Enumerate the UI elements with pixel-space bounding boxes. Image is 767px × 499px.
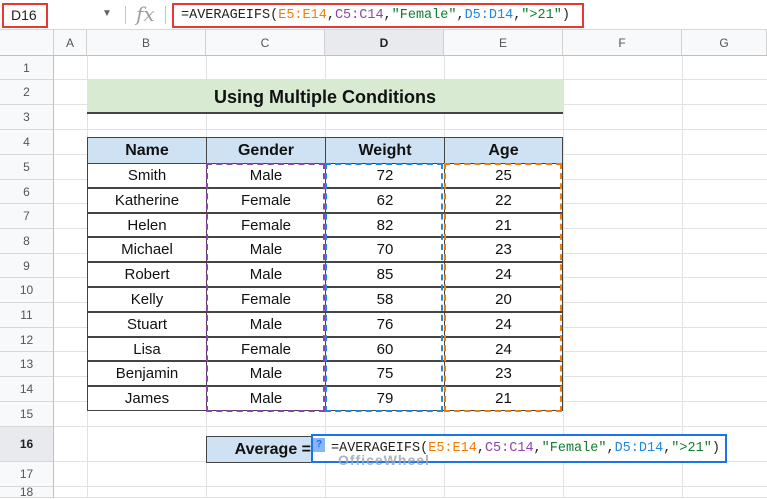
formula-range-c: C5:C14 <box>334 8 384 23</box>
average-label[interactable]: Average = <box>206 436 326 463</box>
formula-comma: , <box>476 441 485 456</box>
divider <box>125 6 126 24</box>
formula-suffix: ) <box>711 441 720 456</box>
row-header[interactable]: 14 <box>0 377 54 402</box>
formula-string-female: "Female" <box>541 441 607 456</box>
formula-string-female: "Female" <box>391 8 457 23</box>
gridline <box>54 129 767 130</box>
row-header[interactable]: 13 <box>0 352 54 377</box>
formula-input[interactable]: =AVERAGEIFS(E5:E14,C5:C14,"Female",D5:D1… <box>172 3 584 28</box>
formula-suffix: ) <box>561 8 570 23</box>
formula-range-c: C5:C14 <box>484 441 534 456</box>
column-header-e[interactable]: E <box>444 30 563 56</box>
row-header[interactable]: 2 <box>0 80 54 105</box>
cell-name[interactable]: Robert <box>87 262 207 287</box>
formula-prefix: =AVERAGEIFS( <box>181 8 279 23</box>
formula-comma: , <box>326 8 335 23</box>
formula-range-d: D5:D14 <box>464 8 514 23</box>
row-header[interactable]: 9 <box>0 254 54 278</box>
formula-range-d: D5:D14 <box>614 441 664 456</box>
divider <box>165 6 166 24</box>
formula-comma: , <box>533 441 542 456</box>
column-header-d[interactable]: D <box>325 30 444 56</box>
gridline <box>54 426 767 427</box>
name-box[interactable]: D16 <box>2 3 48 28</box>
gridline <box>54 486 767 487</box>
row-header[interactable]: 3 <box>0 105 54 130</box>
formula-string-criteria: ">21" <box>671 441 712 456</box>
cell-name[interactable]: Benjamin <box>87 361 207 387</box>
sheet-title[interactable]: Using Multiple Conditions <box>87 80 563 114</box>
range-highlight-weight <box>325 163 443 412</box>
range-highlight-age <box>444 163 562 412</box>
column-header-f[interactable]: F <box>563 30 682 56</box>
formula-range-e: E5:E14 <box>428 441 477 456</box>
header-weight[interactable]: Weight <box>325 137 445 164</box>
header-name[interactable]: Name <box>87 137 207 164</box>
header-age[interactable]: Age <box>444 137 563 164</box>
cell-name[interactable]: Katherine <box>87 187 207 213</box>
help-icon[interactable]: ? <box>313 438 325 452</box>
fx-icon: fx <box>136 2 155 26</box>
row-header[interactable]: 10 <box>0 278 54 303</box>
row-header[interactable]: 11 <box>0 303 54 328</box>
cell-name[interactable]: Smith <box>87 163 207 188</box>
row-header[interactable]: 6 <box>0 180 54 204</box>
select-all-corner[interactable] <box>0 30 54 56</box>
row-header[interactable]: 12 <box>0 328 54 352</box>
column-header-g[interactable]: G <box>682 30 767 56</box>
chevron-down-icon[interactable]: ▼ <box>102 8 112 19</box>
cell-name[interactable]: Lisa <box>87 336 207 362</box>
row-header[interactable]: 15 <box>0 402 54 427</box>
row-header[interactable]: 16 <box>0 427 54 462</box>
formula-string-criteria: ">21" <box>521 8 562 23</box>
row-header[interactable]: 7 <box>0 204 54 229</box>
column-header-a[interactable]: A <box>54 30 87 56</box>
header-gender[interactable]: Gender <box>206 137 326 164</box>
column-header-c[interactable]: C <box>206 30 325 56</box>
row-header[interactable]: 8 <box>0 229 54 254</box>
row-header[interactable]: 4 <box>0 130 54 155</box>
cell-name[interactable]: Kelly <box>87 287 207 312</box>
formula-comma: , <box>456 8 465 23</box>
row-header[interactable]: 1 <box>0 56 54 80</box>
row-header[interactable]: 17 <box>0 462 54 487</box>
formula-comma: , <box>606 441 615 456</box>
formula-range-e: E5:E14 <box>278 8 327 23</box>
cell-name[interactable]: James <box>87 386 207 411</box>
row-header[interactable]: 18 <box>0 486 54 498</box>
cell-name[interactable]: Helen <box>87 212 207 238</box>
watermark-text: OfficeWheel <box>338 452 430 468</box>
column-header-b[interactable]: B <box>87 30 206 56</box>
cell-name[interactable]: Stuart <box>87 311 207 337</box>
formula-comma: , <box>383 8 392 23</box>
cell-name[interactable]: Michael <box>87 237 207 263</box>
range-highlight-gender <box>206 163 325 412</box>
row-header[interactable]: 5 <box>0 155 54 180</box>
